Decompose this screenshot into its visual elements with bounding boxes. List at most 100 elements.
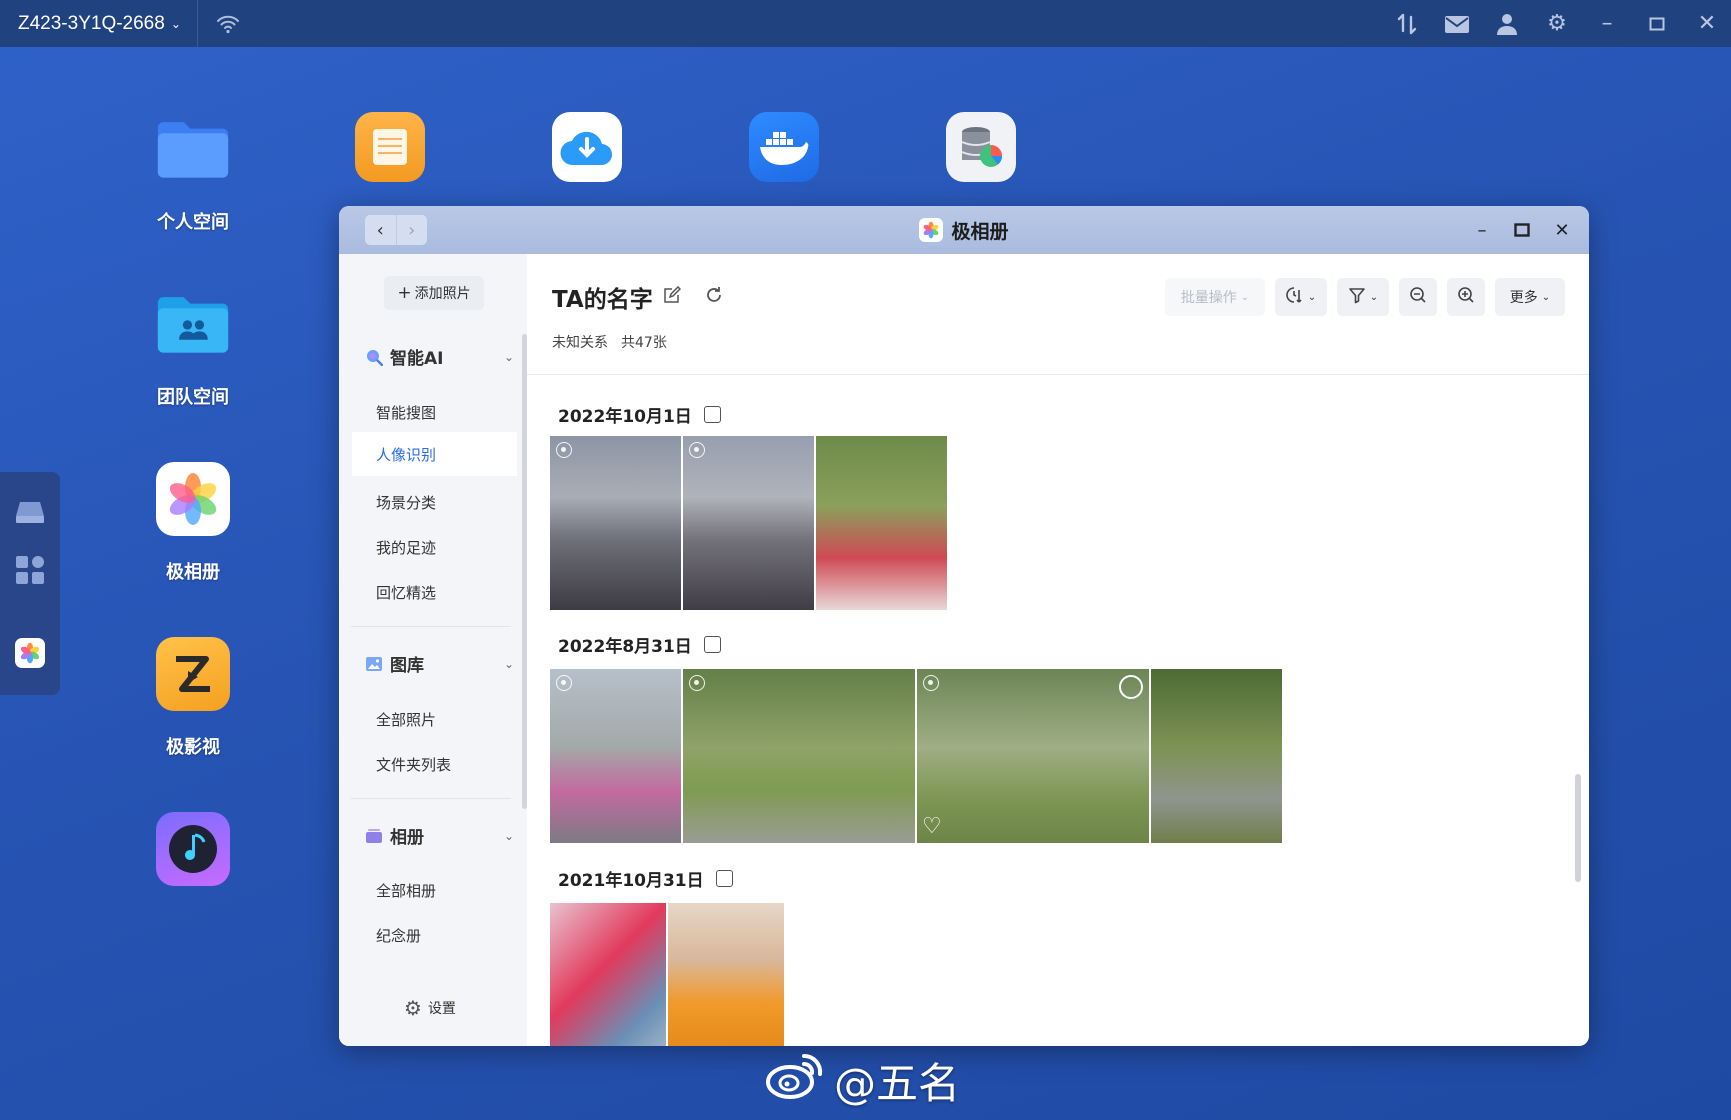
plus-icon: + (397, 283, 412, 303)
close-icon[interactable]: ✕ (1693, 10, 1721, 38)
chevron-down-icon: ⌄ (1307, 291, 1317, 303)
sidebar-item-face-recognition[interactable]: 人像识别 (352, 432, 517, 476)
desktop-icon-team-space[interactable]: 团队空间 (113, 287, 273, 409)
photo-thumbnail[interactable] (816, 436, 947, 610)
desktop-icon-music[interactable] (113, 812, 273, 908)
settings-label: 设置 (427, 1001, 456, 1017)
sidebar-item-smart-search[interactable]: 智能搜图 (376, 402, 436, 423)
chevron-down-icon: ⌄ (170, 16, 181, 31)
photos-window: ‹ › 极相册 – ✕ + 添加照片 智能AI ⌄ 智能搜图 人像识别 场景分类… (339, 206, 1589, 1046)
user-icon[interactable] (1493, 10, 1521, 38)
photo-thumbnail[interactable] (1151, 669, 1282, 843)
desktop-icon-docker[interactable] (704, 112, 864, 182)
live-photo-icon (689, 442, 705, 458)
sidebar-divider (351, 626, 511, 627)
zoom-in-icon (1457, 286, 1475, 308)
forward-button[interactable]: › (395, 215, 428, 245)
photo-thumbnail[interactable] (668, 903, 784, 1046)
photo-thumbnail[interactable] (683, 669, 915, 843)
apps-grid-icon[interactable] (14, 554, 46, 586)
select-group-checkbox[interactable] (703, 406, 721, 423)
sidebar-section-ai[interactable]: 智能AI ⌄ (364, 344, 514, 369)
photo-thumbnail[interactable] (550, 903, 666, 1046)
window-maximize-button[interactable] (1511, 219, 1533, 241)
main-scrollbar[interactable] (1575, 774, 1581, 882)
music-app-icon (156, 812, 230, 886)
sidebar-item-folder-list[interactable]: 文件夹列表 (376, 754, 451, 775)
date-label: 2022年10月1日 (558, 407, 692, 427)
filter-button[interactable]: ⌄ (1337, 278, 1389, 316)
person-name: TA的名字 (552, 287, 653, 313)
sidebar-item-my-footprints[interactable]: 我的足迹 (376, 537, 436, 558)
zoom-in-button[interactable] (1447, 278, 1485, 316)
sort-button[interactable]: ⌄ (1275, 278, 1327, 316)
window-titlebar[interactable]: ‹ › 极相册 – ✕ (339, 206, 1589, 254)
more-button[interactable]: 更多 ⌄ (1495, 278, 1565, 316)
select-group-checkbox[interactable] (715, 870, 733, 887)
sidebar-section-title: 智能AI (390, 349, 444, 369)
date-label: 2022年8月31日 (558, 637, 692, 657)
maximize-icon[interactable] (1643, 10, 1671, 38)
desktop-icon-label: 极相册 (166, 562, 220, 583)
desktop-icon-photos[interactable]: 极相册 (113, 462, 273, 584)
sidebar-section-title: 相册 (390, 828, 424, 848)
sidebar-item-all-photos[interactable]: 全部照片 (376, 709, 436, 730)
edit-icon[interactable] (663, 285, 681, 309)
notes-app-icon (355, 112, 425, 182)
settings-button[interactable]: ⚙ 设置 (404, 996, 456, 1020)
window-title-text: 极相册 (951, 220, 1009, 243)
left-dock (0, 472, 60, 695)
device-selector[interactable]: Z423-3Y1Q-2668 ⌄ (0, 0, 198, 47)
photo-thumbnail[interactable]: ♡ (917, 669, 1149, 843)
minimize-icon[interactable]: – (1593, 10, 1621, 38)
chevron-down-icon: ⌄ (503, 828, 514, 843)
album-icon (364, 826, 384, 846)
sidebar-item-scene-classification[interactable]: 场景分类 (376, 492, 436, 513)
team-folder-icon (156, 287, 230, 361)
photo-count: 共47张 (621, 335, 667, 351)
desktop-icon-database[interactable] (901, 112, 1061, 182)
wifi-icon[interactable] (214, 11, 242, 37)
add-photo-button[interactable]: + 添加照片 (384, 276, 484, 310)
select-group-checkbox[interactable] (703, 636, 721, 653)
window-close-button[interactable]: ✕ (1551, 219, 1573, 241)
desktop-icon-notes[interactable] (310, 112, 470, 182)
watermark-text: @五名 (834, 1059, 961, 1108)
transfer-icon[interactable] (1393, 10, 1421, 38)
photo-thumbnail[interactable] (550, 669, 681, 843)
more-label: 更多 (1509, 290, 1538, 306)
back-button[interactable]: ‹ (365, 215, 396, 245)
heart-icon[interactable]: ♡ (922, 814, 942, 839)
sidebar-item-memorial-book[interactable]: 纪念册 (376, 925, 421, 946)
sidebar-section-albums[interactable]: 相册 ⌄ (364, 823, 514, 848)
sidebar-divider (351, 798, 511, 799)
device-name: Z423-3Y1Q-2668 (18, 12, 165, 34)
mail-icon[interactable] (1443, 10, 1471, 38)
desktop-icon-download[interactable] (507, 112, 667, 182)
batch-operation-button[interactable]: 批量操作 ⌄ (1165, 278, 1265, 316)
desktop-icon-video[interactable]: 极影视 (113, 637, 273, 759)
photo-thumbnail[interactable] (683, 436, 814, 610)
sidebar-item-memories[interactable]: 回忆精选 (376, 582, 436, 603)
select-photo-circle[interactable] (1119, 675, 1143, 699)
drive-icon[interactable] (14, 496, 46, 528)
chevron-down-icon: ⌄ (503, 349, 514, 364)
photo-row: ♡ (550, 669, 1282, 843)
dock-photos-app-icon[interactable] (15, 638, 45, 668)
sidebar-section-library[interactable]: 图库 ⌄ (364, 651, 514, 676)
desktop-icon-label: 极影视 (166, 737, 220, 758)
zoom-out-button[interactable] (1399, 278, 1437, 316)
relation-text: 未知关系 (552, 335, 608, 351)
desktop-icon-label: 团队空间 (157, 387, 229, 408)
date-group-header: 2022年10月1日 (558, 402, 721, 427)
gear-icon[interactable]: ⚙ (1543, 10, 1571, 38)
photo-thumbnail[interactable] (550, 436, 681, 610)
window-minimize-button[interactable]: – (1471, 219, 1493, 241)
folder-icon (156, 112, 230, 186)
watermark: @五名 (766, 1050, 960, 1111)
sidebar-item-all-albums[interactable]: 全部相册 (376, 880, 436, 901)
toolbar: 批量操作 ⌄ ⌄ ⌄ 更多 ⌄ (1165, 278, 1565, 316)
refresh-icon[interactable] (705, 286, 723, 309)
desktop-icon-personal-space[interactable]: 个人空间 (113, 112, 273, 234)
date-label: 2021年10月31日 (558, 871, 704, 891)
